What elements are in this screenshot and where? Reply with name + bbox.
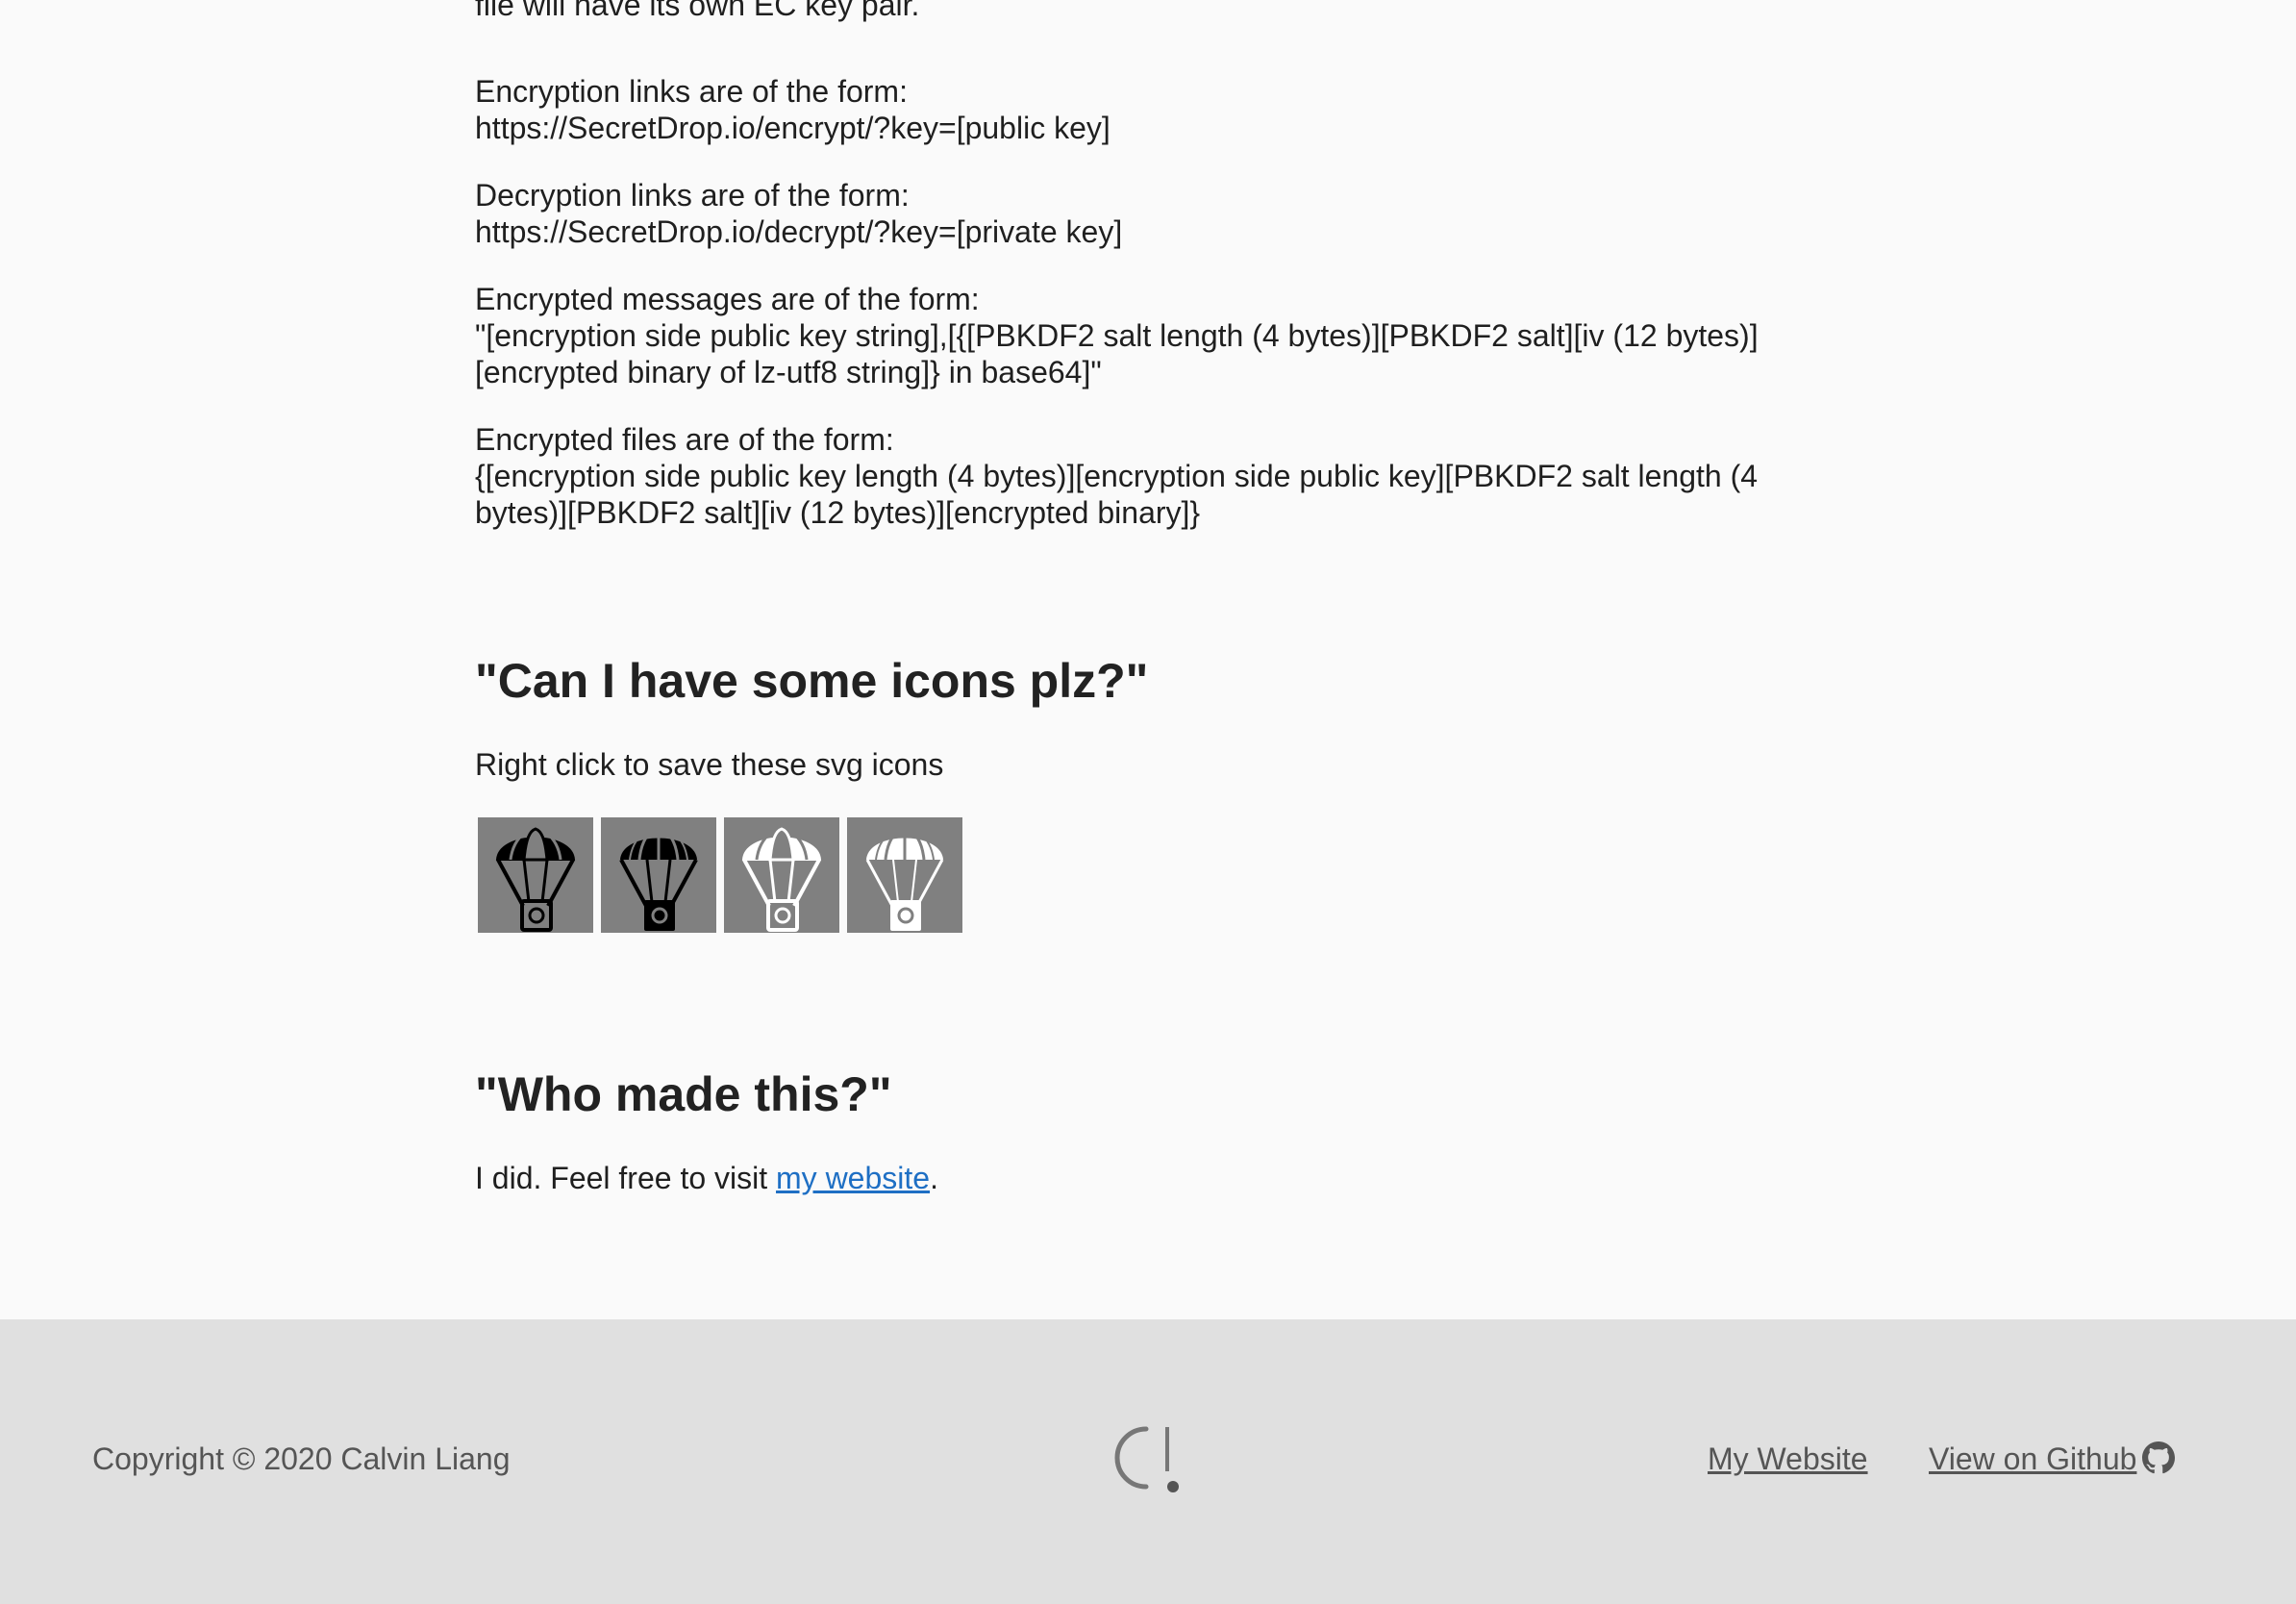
encrypted-files-format-line2: bytes)][PBKDF2 salt][iv (12 bytes)][encr… <box>475 495 1201 530</box>
decryption-links-paragraph: Decryption links are of the form: https:… <box>475 177 1763 250</box>
footer-github-link[interactable]: View on Github <box>1929 1441 2136 1477</box>
footer: Copyright © 2020 Calvin Liang My Website… <box>0 1319 2296 1604</box>
who-text-before: I did. Feel free to visit <box>475 1161 777 1195</box>
parachute-white-thin-icon[interactable] <box>847 817 962 933</box>
icons-section-text: Right click to save these svg icons <box>475 746 1763 783</box>
encrypted-messages-label: Encrypted messages are of the form: <box>475 282 980 316</box>
github-icon[interactable] <box>2142 1441 2175 1474</box>
intro-tail-text: file will have its own EC key pair. <box>475 0 920 22</box>
icons-row <box>478 817 962 933</box>
parachute-white-outline-icon[interactable] <box>724 817 839 933</box>
intro-paragraph-tail: file will have its own EC key pair. <box>475 0 1763 23</box>
parachute-black-outline-icon[interactable] <box>478 817 593 933</box>
encrypted-files-label: Encrypted files are of the form: <box>475 422 894 457</box>
encryption-links-paragraph: Encryption links are of the form: https:… <box>475 73 1763 146</box>
decryption-links-label: Decryption links are of the form: <box>475 178 910 213</box>
who-text-line: I did. Feel free to visit my website. <box>475 1160 1763 1196</box>
secretdrop-logo-icon <box>1114 1426 1179 1492</box>
encrypted-messages-paragraph: Encrypted messages are of the form: "[en… <box>475 281 1763 390</box>
icons-section-heading: "Can I have some icons plz?" <box>475 654 1149 708</box>
encryption-links-label: Encryption links are of the form: <box>475 74 908 109</box>
icons-instruction-text: Right click to save these svg icons <box>475 747 944 782</box>
who-section-heading: "Who made this?" <box>475 1067 892 1121</box>
encryption-links-format: https://SecretDrop.io/encrypt/?key=[publ… <box>475 111 1111 145</box>
footer-my-website-link[interactable]: My Website <box>1708 1441 1868 1477</box>
parachute-black-filled-icon[interactable] <box>601 817 716 933</box>
who-text-after: . <box>930 1161 938 1195</box>
encrypted-files-paragraph: Encrypted files are of the form: {[encry… <box>475 421 1763 531</box>
who-section-text: I did. Feel free to visit my website. <box>475 1160 1763 1196</box>
my-website-link[interactable]: my website <box>776 1161 930 1195</box>
encrypted-files-format-line1: {[encryption side public key length (4 b… <box>475 459 1759 493</box>
copyright-text: Copyright © 2020 Calvin Liang <box>92 1441 511 1476</box>
decryption-links-format: https://SecretDrop.io/decrypt/?key=[priv… <box>475 214 1123 249</box>
encrypted-messages-format-line1: "[encryption side public key string],[{[… <box>475 318 1759 353</box>
encrypted-messages-format-line2: [encrypted binary of lz-utf8 string]} in… <box>475 355 1102 389</box>
